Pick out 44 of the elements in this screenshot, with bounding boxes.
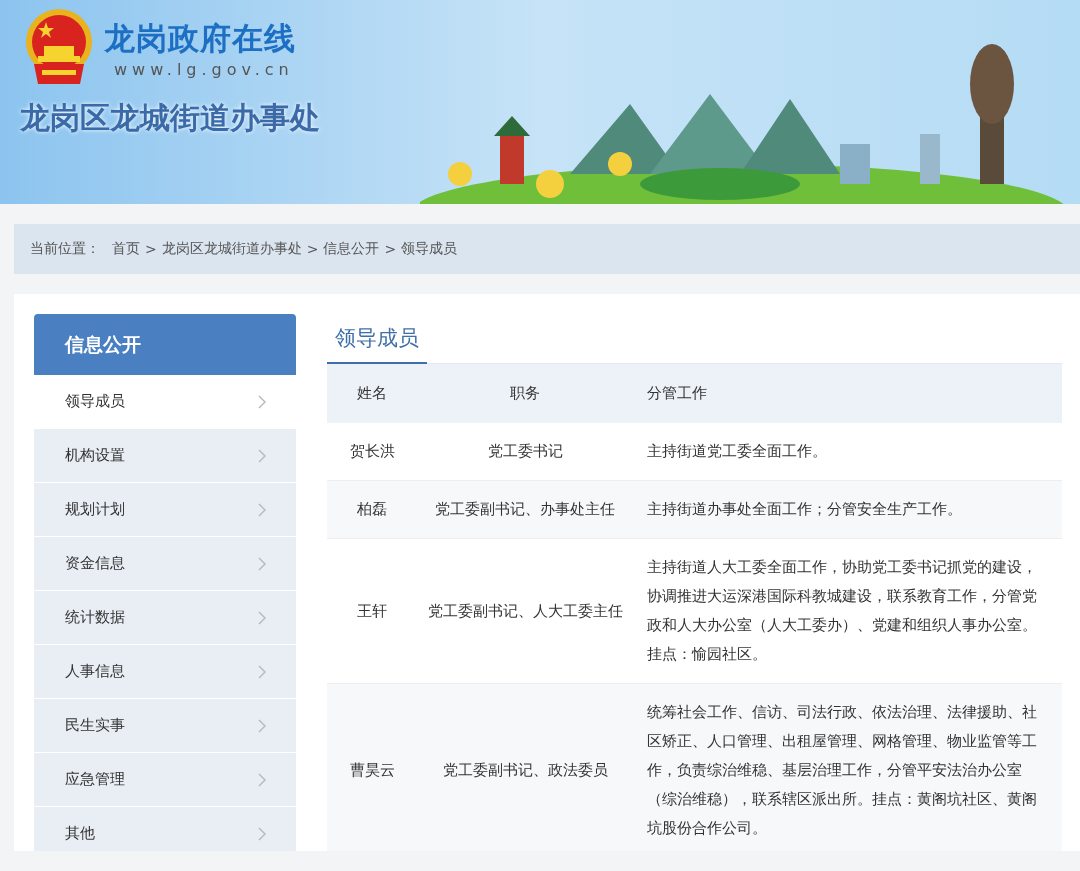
- table-cell: 王轩: [327, 538, 417, 684]
- site-url: www.lg.gov.cn: [114, 59, 295, 79]
- breadcrumb-link[interactable]: 首页: [112, 240, 140, 258]
- breadcrumb-link[interactable]: 领导成员: [401, 240, 458, 258]
- sidebar-item[interactable]: 规划计划: [34, 483, 296, 536]
- sidebar-item[interactable]: 民生实事: [34, 699, 296, 752]
- table-cell: 党工委副书记、人大工委主任: [417, 538, 633, 684]
- column-header: 姓名: [327, 364, 417, 423]
- breadcrumb-separator: >: [145, 241, 157, 257]
- sidebar-item[interactable]: 应急管理: [34, 753, 296, 806]
- column-header: 职务: [417, 364, 633, 423]
- chevron-right-icon: [258, 448, 266, 463]
- table-cell: 柏磊: [327, 480, 417, 539]
- sidebar-title: 信息公开: [34, 314, 296, 375]
- breadcrumb-link[interactable]: 信息公开: [323, 240, 380, 258]
- office-name: 龙岗区龙城街道办事处: [20, 99, 320, 137]
- chevron-right-icon: [258, 718, 266, 733]
- table-cell: 主持街道党工委全面工作。: [633, 423, 1062, 481]
- chevron-right-icon: [258, 610, 266, 625]
- sidebar-item[interactable]: 人事信息: [34, 645, 296, 698]
- chevron-right-icon: [258, 502, 266, 517]
- table-cell: 贺长洪: [327, 423, 417, 481]
- chevron-right-icon: [258, 826, 266, 841]
- sidebar-item[interactable]: 其他: [34, 807, 296, 851]
- breadcrumb-link[interactable]: 龙岗区龙城街道办事处: [161, 240, 302, 258]
- breadcrumb-separator: >: [306, 241, 319, 257]
- table-cell: 党工委书记: [417, 423, 633, 481]
- chevron-right-icon: [258, 772, 266, 787]
- table-cell: 党工委副书记、办事处主任: [417, 480, 633, 539]
- site-name: 龙岗政府在线: [104, 18, 296, 58]
- chevron-right-icon: [258, 394, 266, 409]
- chevron-right-icon: [258, 664, 266, 679]
- sidebar-item[interactable]: 资金信息: [34, 537, 296, 590]
- sidebar-item[interactable]: 机构设置: [34, 429, 296, 482]
- table-cell: 党工委副书记、政法委员: [417, 683, 633, 851]
- column-header: 分管工作: [633, 364, 1062, 423]
- table-cell: 主持街道人大工委全面工作，协助党工委书记抓党的建设，协调推进大运深港国际科教城建设，联系教育工作，分管党政和人大办公室（人大工委办）、党建和组织人事办公室。挂点：愉园社区。: [633, 538, 1062, 684]
- table-cell: 曹昊云: [327, 683, 417, 851]
- breadcrumb-label: 当前位置：: [30, 240, 100, 258]
- chevron-right-icon: [258, 556, 266, 571]
- sidebar-item[interactable]: 统计数据: [34, 591, 296, 644]
- breadcrumb-separator: >: [384, 241, 397, 257]
- table-cell: 统筹社会工作、信访、司法行政、依法治理、法律援助、社区矫正、人口管理、出租屋管理、网格管理、物业监管等工作，负责综治维稳、基层治理工作，分管平安法治办公室（综治维稳），联系辖区派出所。挂点：黄阁坑社区、黄阁坑股份合作公司。: [633, 683, 1062, 851]
- table-cell: 主持街道办事处全面工作；分管安全生产工作。: [633, 480, 1062, 539]
